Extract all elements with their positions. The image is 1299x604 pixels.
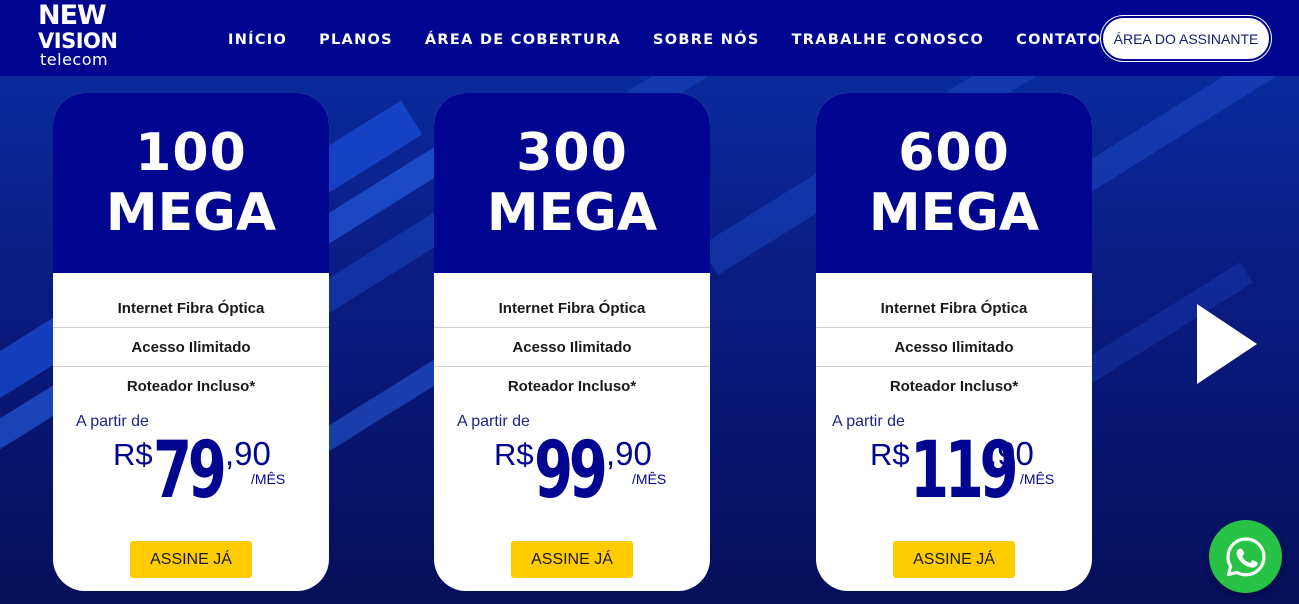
plan-unit: MEGA (486, 183, 658, 243)
main-nav: INÍCIO PLANOS ÁREA DE COBERTURA SOBRE NÓ… (228, 31, 1101, 49)
price-period: /MÊS (632, 471, 667, 487)
whatsapp-icon (1225, 536, 1266, 576)
plan-header: 600 MEGA (816, 93, 1092, 273)
plan-feature: Internet Fibra Óptica (816, 289, 1092, 328)
price-from-label: A partir de (832, 413, 905, 430)
whatsapp-button[interactable] (1209, 520, 1282, 593)
plan-feature: Roteador Incluso* (507, 378, 637, 395)
price-currency: R$ (870, 437, 910, 472)
price-cents: ,90 (606, 435, 652, 472)
plan-feature: Roteador Incluso* (126, 378, 256, 395)
chevron-right-icon[interactable] (1196, 303, 1258, 385)
logo[interactable]: NEW VISION telecom (38, 2, 128, 70)
plan-feature: Roteador Incluso* (889, 378, 1019, 395)
price-integer: 99 (534, 426, 608, 516)
price-from-label: A partir de (76, 413, 149, 430)
price-cents: ,90 (225, 435, 271, 472)
plan-card-600: 600 MEGA Internet Fibra Óptica Acesso Il… (816, 93, 1092, 591)
price-period: /MÊS (1020, 471, 1055, 487)
nav-contato[interactable]: CONTATO (1016, 31, 1101, 49)
subscribe-button[interactable]: ASSINE JÁ (130, 541, 252, 578)
plan-price: R$ 79 ,90 /MÊS (113, 426, 313, 516)
plan-header: 300 MEGA (434, 93, 710, 273)
plan-price: R$ 119 ,90 /MÊS (870, 431, 1080, 513)
price-period: /MÊS (251, 471, 286, 487)
subscribe-button[interactable]: ASSINE JÁ (893, 541, 1015, 578)
nav-trabalhe-conosco[interactable]: TRABALHE CONOSCO (792, 31, 985, 49)
price-currency: R$ (494, 437, 534, 472)
logo-line-3: telecom (40, 50, 109, 69)
plan-card-100: 100 MEGA Internet Fibra Óptica Acesso Il… (53, 93, 329, 591)
plan-header: 100 MEGA (53, 93, 329, 273)
plan-speed: 100 (135, 123, 247, 183)
plan-price: R$ 99 ,90 /MÊS (494, 426, 694, 516)
plan-unit: MEGA (868, 183, 1040, 243)
plan-feature: Acesso Ilimitado (53, 328, 329, 367)
plan-feature: Internet Fibra Óptica (53, 289, 329, 328)
plan-card-300: 300 MEGA Internet Fibra Óptica Acesso Il… (434, 93, 710, 591)
price-currency: R$ (113, 437, 153, 472)
price-from-label: A partir de (457, 413, 530, 430)
subscriber-area-button[interactable]: ÁREA DO ASSINANTE (1101, 16, 1271, 61)
nav-inicio[interactable]: INÍCIO (228, 31, 287, 49)
plan-feature: Acesso Ilimitado (434, 328, 710, 367)
logo-line-2: VISION (38, 29, 118, 53)
plan-speed: 300 (516, 123, 628, 183)
price-cents: ,90 (988, 435, 1034, 472)
plan-feature: Acesso Ilimitado (816, 328, 1092, 367)
nav-area-cobertura[interactable]: ÁREA DE COBERTURA (425, 31, 621, 49)
plan-feature: Internet Fibra Óptica (434, 289, 710, 328)
plan-unit: MEGA (105, 183, 277, 243)
logo-line-1: NEW (38, 0, 107, 31)
site-header: NEW VISION telecom INÍCIO PLANOS ÁREA DE… (0, 0, 1299, 76)
nav-sobre-nos[interactable]: SOBRE NÓS (653, 31, 760, 49)
plan-speed: 600 (898, 123, 1010, 183)
nav-planos[interactable]: PLANOS (319, 31, 393, 49)
subscribe-button[interactable]: ASSINE JÁ (511, 541, 633, 578)
price-integer: 79 (153, 426, 227, 516)
